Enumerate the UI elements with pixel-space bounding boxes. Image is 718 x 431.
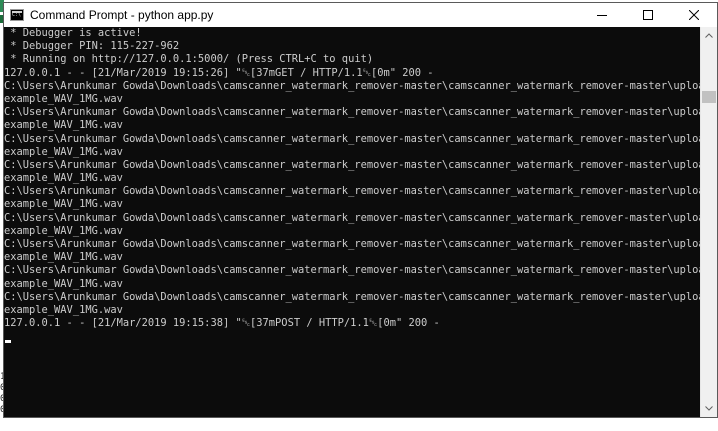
console-line: C:\Users\Arunkumar Gowda\Downloads\camsc… <box>4 238 701 250</box>
console-line: * Running on http://127.0.0.1:5000/ (Pre… <box>4 53 374 66</box>
console-line: example_WAV_1MG.wav <box>4 198 123 211</box>
console-line: C:\Users\Arunkumar Gowda\Downloads\camsc… <box>4 132 701 145</box>
console-line: * Debugger is active! <box>4 27 142 39</box>
scrollbar-thumb[interactable] <box>702 91 716 103</box>
screen: 1 0 0 0 Command Prompt - python app.py <box>0 0 718 431</box>
minimize-icon <box>597 15 607 16</box>
console-line: C:\Users\Arunkumar Gowda\Downloads\camsc… <box>4 185 701 198</box>
close-button[interactable] <box>671 3 717 27</box>
scroll-up-arrow-icon <box>705 33 713 38</box>
console-lines: * Debugger is active! * Debugger PIN: 11… <box>4 27 701 330</box>
console-line: * Debugger PIN: 115-227-962 <box>4 40 180 53</box>
console-line: C:\Users\Arunkumar Gowda\Downloads\camsc… <box>4 79 701 92</box>
scroll-up-button[interactable] <box>701 27 717 44</box>
console-line: example_WAV_1MG.wav <box>4 92 123 105</box>
console-line: C:\Users\Arunkumar Gowda\Downloads\camsc… <box>4 264 701 277</box>
close-icon <box>689 10 699 20</box>
console-line: example_WAV_1MG.wav <box>4 172 123 185</box>
scroll-down-arrow-icon <box>705 406 713 411</box>
vertical-scrollbar[interactable] <box>700 27 717 417</box>
window-title: Command Prompt - python app.py <box>30 8 214 22</box>
console-output[interactable]: * Debugger is active! * Debugger PIN: 11… <box>4 27 701 417</box>
console-line: example_WAV_1MG.wav <box>4 303 123 316</box>
console-line: example_WAV_1MG.wav <box>4 119 123 132</box>
console-line: C:\Users\Arunkumar Gowda\Downloads\camsc… <box>4 290 701 303</box>
minimize-button[interactable] <box>579 3 625 27</box>
command-prompt-window[interactable]: Command Prompt - python app.py <box>3 2 718 418</box>
console-line: C:\Users\Arunkumar Gowda\Downloads\camsc… <box>4 106 701 119</box>
maximize-icon <box>643 10 653 20</box>
maximize-button[interactable] <box>625 3 671 27</box>
command-prompt-icon[interactable] <box>10 9 24 21</box>
console-line: C:\Users\Arunkumar Gowda\Downloads\camsc… <box>4 211 701 224</box>
console-line: example_WAV_1MG.wav <box>4 145 123 158</box>
console-line: C:\Users\Arunkumar Gowda\Downloads\camsc… <box>4 158 701 171</box>
title-bar[interactable]: Command Prompt - python app.py <box>4 3 717 27</box>
console-line: 127.0.0.1 - - [21/Mar/2019 19:15:38] "␛[… <box>4 317 440 330</box>
console-line: example_WAV_1MG.wav <box>4 277 123 290</box>
caption-controls <box>579 3 717 27</box>
console-line: 127.0.0.1 - - [21/Mar/2019 19:15:26] "␛[… <box>4 66 434 79</box>
console-line: example_WAV_1MG.wav <box>4 224 123 237</box>
console-line: example_WAV_1MG.wav <box>4 251 123 264</box>
scroll-down-button[interactable] <box>701 400 717 417</box>
text-cursor <box>5 339 11 343</box>
background-bottom-strip <box>0 418 718 431</box>
